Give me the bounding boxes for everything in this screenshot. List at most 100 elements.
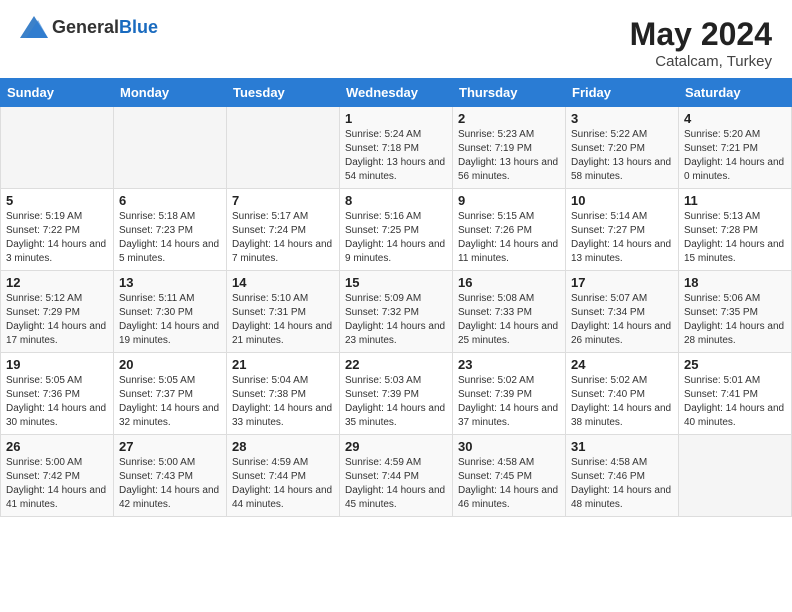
table-row: 26 Sunrise: 5:00 AM Sunset: 7:42 PM Dayli… bbox=[1, 435, 114, 517]
day-detail: Sunrise: 5:04 AM Sunset: 7:38 PM Dayligh… bbox=[232, 374, 334, 430]
day-number: 10 bbox=[571, 193, 673, 208]
table-row: 22Sunrise: 5:03 AM Sunset: 7:39 PM Dayli… bbox=[340, 353, 453, 435]
day-number: 5 bbox=[6, 193, 108, 208]
day-number: 20 bbox=[119, 357, 221, 372]
title-block: May 2024 Catalcam, Turkey bbox=[630, 16, 772, 70]
day-detail: Sunrise: 5:00 AM Sunset: 7:43 PM Dayligh… bbox=[119, 456, 221, 512]
table-row bbox=[114, 107, 227, 189]
table-row: 25 Sunrise: 5:01 AM Sunset: 7:41 PM Dayli… bbox=[679, 353, 792, 435]
table-row: 19Sunrise: 5:05 AM Sunset: 7:36 PM Dayli… bbox=[1, 353, 114, 435]
day-number: 14 bbox=[232, 275, 334, 290]
table-row: 18 Sunrise: 5:06 AM Sunset: 7:35 PM Dayli… bbox=[679, 271, 792, 353]
table-row: 5 Sunrise: 5:19 AM Sunset: 7:22 PM Daylig… bbox=[1, 189, 114, 271]
day-detail: Sunrise: 5:06 AM Sunset: 7:35 PM Dayligh… bbox=[684, 292, 786, 348]
table-row bbox=[679, 435, 792, 517]
logo-text: GeneralBlue bbox=[52, 17, 158, 38]
calendar-week-row: 1 Sunrise: 5:24 AM Sunset: 7:18 PM Daylig… bbox=[1, 107, 792, 189]
day-number: 15 bbox=[345, 275, 447, 290]
day-number: 13 bbox=[119, 275, 221, 290]
day-detail: Sunrise: 5:22 AM Sunset: 7:20 PM Dayligh… bbox=[571, 128, 673, 184]
table-row: 6 Sunrise: 5:18 AM Sunset: 7:23 PM Daylig… bbox=[114, 189, 227, 271]
table-row: 9 Sunrise: 5:15 AM Sunset: 7:26 PM Daylig… bbox=[453, 189, 566, 271]
table-row: 24 Sunrise: 5:02 AM Sunset: 7:40 PM Dayli… bbox=[566, 353, 679, 435]
calendar-table: Sunday Monday Tuesday Wednesday Thursday… bbox=[0, 78, 792, 517]
day-detail: Sunrise: 5:16 AM Sunset: 7:25 PM Dayligh… bbox=[345, 210, 447, 266]
table-row: 28 Sunrise: 4:59 AM Sunset: 7:44 PM Dayli… bbox=[227, 435, 340, 517]
day-detail: Sunrise: 5:10 AM Sunset: 7:31 PM Dayligh… bbox=[232, 292, 334, 348]
col-thursday: Thursday bbox=[453, 79, 566, 107]
day-detail: Sunrise: 5:09 AM Sunset: 7:32 PM Dayligh… bbox=[345, 292, 447, 348]
table-row: 7Sunrise: 5:17 AM Sunset: 7:24 PM Daylig… bbox=[227, 189, 340, 271]
col-tuesday: Tuesday bbox=[227, 79, 340, 107]
day-number: 16 bbox=[458, 275, 560, 290]
day-detail: Sunrise: 4:58 AM Sunset: 7:46 PM Dayligh… bbox=[571, 456, 673, 512]
table-row: 13 Sunrise: 5:11 AM Sunset: 7:30 PM Dayli… bbox=[114, 271, 227, 353]
day-number: 6 bbox=[119, 193, 221, 208]
table-row bbox=[1, 107, 114, 189]
table-row: 15 Sunrise: 5:09 AM Sunset: 7:32 PM Dayli… bbox=[340, 271, 453, 353]
day-detail: Sunrise: 5:00 AM Sunset: 7:42 PM Dayligh… bbox=[6, 456, 108, 512]
day-detail: Sunrise: 5:12 AM Sunset: 7:29 PM Dayligh… bbox=[6, 292, 108, 348]
col-wednesday: Wednesday bbox=[340, 79, 453, 107]
table-row: 31 Sunrise: 4:58 AM Sunset: 7:46 PM Dayli… bbox=[566, 435, 679, 517]
day-detail: Sunrise: 4:58 AM Sunset: 7:45 PM Dayligh… bbox=[458, 456, 560, 512]
page-header: GeneralBlue May 2024 Catalcam, Turkey bbox=[0, 0, 792, 78]
table-row: 1 Sunrise: 5:24 AM Sunset: 7:18 PM Daylig… bbox=[340, 107, 453, 189]
table-row: 29Sunrise: 4:59 AM Sunset: 7:44 PM Dayli… bbox=[340, 435, 453, 517]
day-number: 24 bbox=[571, 357, 673, 372]
col-friday: Friday bbox=[566, 79, 679, 107]
day-detail: Sunrise: 5:18 AM Sunset: 7:23 PM Dayligh… bbox=[119, 210, 221, 266]
table-row: 14 Sunrise: 5:10 AM Sunset: 7:31 PM Dayli… bbox=[227, 271, 340, 353]
table-row: 11 Sunrise: 5:13 AM Sunset: 7:28 PM Dayli… bbox=[679, 189, 792, 271]
calendar-week-row: 26 Sunrise: 5:00 AM Sunset: 7:42 PM Dayli… bbox=[1, 435, 792, 517]
day-number: 11 bbox=[684, 193, 786, 208]
day-detail: Sunrise: 5:15 AM Sunset: 7:26 PM Dayligh… bbox=[458, 210, 560, 266]
day-detail: Sunrise: 5:07 AM Sunset: 7:34 PM Dayligh… bbox=[571, 292, 673, 348]
day-number: 31 bbox=[571, 439, 673, 454]
day-number: 9 bbox=[458, 193, 560, 208]
day-number: 30 bbox=[458, 439, 560, 454]
table-row: 21Sunrise: 5:04 AM Sunset: 7:38 PM Dayli… bbox=[227, 353, 340, 435]
col-sunday: Sunday bbox=[1, 79, 114, 107]
day-number: 18 bbox=[684, 275, 786, 290]
calendar-week-row: 19Sunrise: 5:05 AM Sunset: 7:36 PM Dayli… bbox=[1, 353, 792, 435]
day-number: 2 bbox=[458, 111, 560, 126]
day-number: 1 bbox=[345, 111, 447, 126]
day-detail: Sunrise: 5:24 AM Sunset: 7:18 PM Dayligh… bbox=[345, 128, 447, 184]
month-year: May 2024 bbox=[630, 16, 772, 53]
day-detail: Sunrise: 5:02 AM Sunset: 7:40 PM Dayligh… bbox=[571, 374, 673, 430]
col-monday: Monday bbox=[114, 79, 227, 107]
table-row: 8 Sunrise: 5:16 AM Sunset: 7:25 PM Daylig… bbox=[340, 189, 453, 271]
day-detail: Sunrise: 5:03 AM Sunset: 7:39 PM Dayligh… bbox=[345, 374, 447, 430]
table-row: 3 Sunrise: 5:22 AM Sunset: 7:20 PM Daylig… bbox=[566, 107, 679, 189]
day-detail: Sunrise: 5:02 AM Sunset: 7:39 PM Dayligh… bbox=[458, 374, 560, 430]
location: Catalcam, Turkey bbox=[630, 53, 772, 70]
day-number: 29 bbox=[345, 439, 447, 454]
day-number: 28 bbox=[232, 439, 334, 454]
table-row: 10Sunrise: 5:14 AM Sunset: 7:27 PM Dayli… bbox=[566, 189, 679, 271]
day-number: 12 bbox=[6, 275, 108, 290]
day-number: 23 bbox=[458, 357, 560, 372]
day-detail: Sunrise: 5:08 AM Sunset: 7:33 PM Dayligh… bbox=[458, 292, 560, 348]
day-detail: Sunrise: 5:23 AM Sunset: 7:19 PM Dayligh… bbox=[458, 128, 560, 184]
day-detail: Sunrise: 5:13 AM Sunset: 7:28 PM Dayligh… bbox=[684, 210, 786, 266]
day-number: 26 bbox=[6, 439, 108, 454]
day-detail: Sunrise: 5:05 AM Sunset: 7:37 PM Dayligh… bbox=[119, 374, 221, 430]
table-row: 16 Sunrise: 5:08 AM Sunset: 7:33 PM Dayli… bbox=[453, 271, 566, 353]
table-row: 23 Sunrise: 5:02 AM Sunset: 7:39 PM Dayli… bbox=[453, 353, 566, 435]
day-detail: Sunrise: 4:59 AM Sunset: 7:44 PM Dayligh… bbox=[232, 456, 334, 512]
day-number: 27 bbox=[119, 439, 221, 454]
day-number: 8 bbox=[345, 193, 447, 208]
table-row: 20 Sunrise: 5:05 AM Sunset: 7:37 PM Dayli… bbox=[114, 353, 227, 435]
table-row: 4 Sunrise: 5:20 AM Sunset: 7:21 PM Daylig… bbox=[679, 107, 792, 189]
day-detail: Sunrise: 5:19 AM Sunset: 7:22 PM Dayligh… bbox=[6, 210, 108, 266]
table-row: 30 Sunrise: 4:58 AM Sunset: 7:45 PM Dayli… bbox=[453, 435, 566, 517]
day-detail: Sunrise: 5:01 AM Sunset: 7:41 PM Dayligh… bbox=[684, 374, 786, 430]
day-detail: Sunrise: 5:11 AM Sunset: 7:30 PM Dayligh… bbox=[119, 292, 221, 348]
day-number: 4 bbox=[684, 111, 786, 126]
table-row: 17 Sunrise: 5:07 AM Sunset: 7:34 PM Dayli… bbox=[566, 271, 679, 353]
day-number: 3 bbox=[571, 111, 673, 126]
day-number: 17 bbox=[571, 275, 673, 290]
day-detail: Sunrise: 5:20 AM Sunset: 7:21 PM Dayligh… bbox=[684, 128, 786, 184]
day-number: 25 bbox=[684, 357, 786, 372]
